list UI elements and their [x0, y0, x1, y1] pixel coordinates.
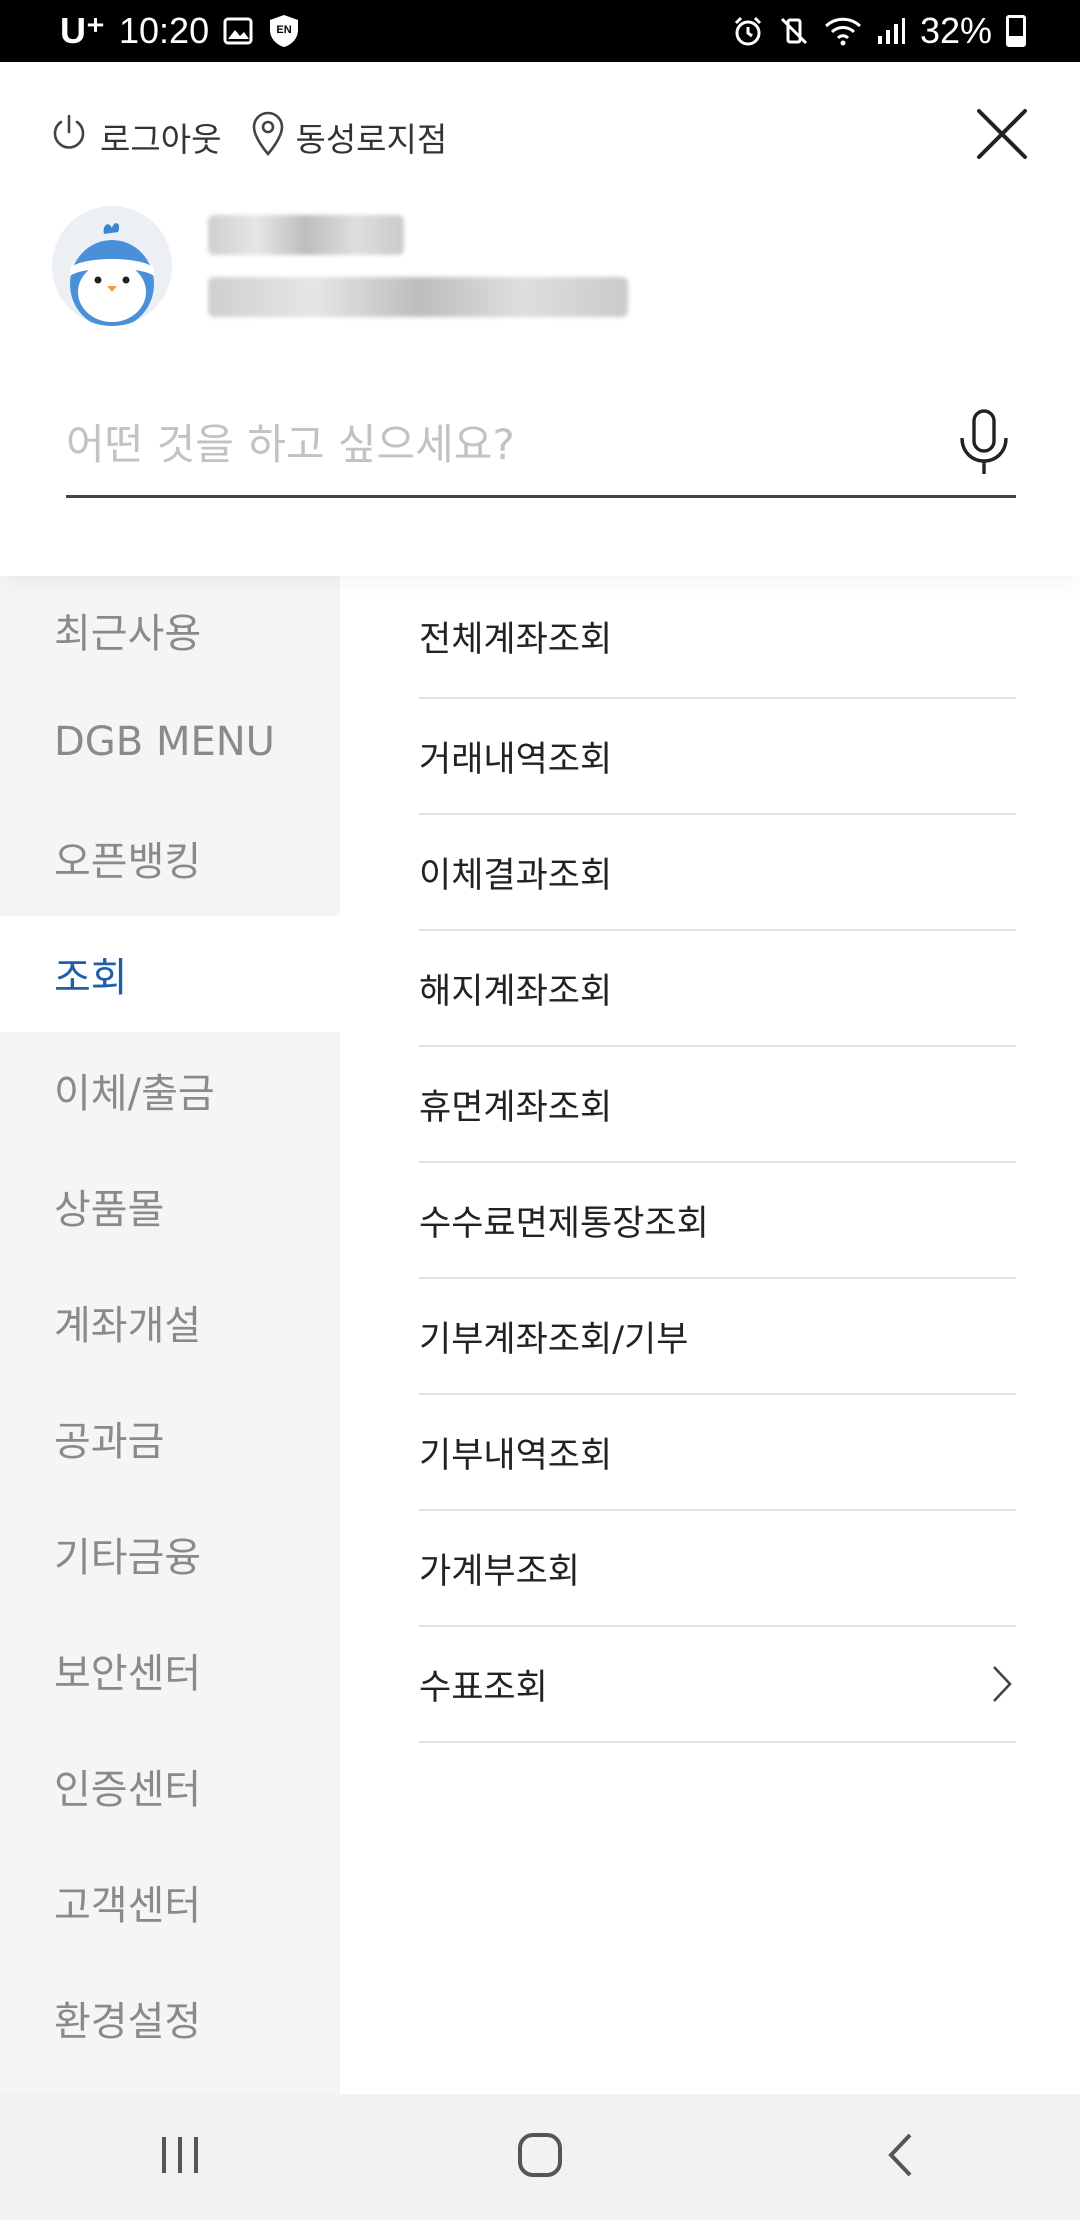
submenu-item-label: 휴면계좌조회 — [419, 1087, 613, 1128]
sidebar-item-security-center[interactable]: 보안센터 — [0, 1612, 340, 1728]
submenu-item-closed-accounts[interactable]: 해지계좌조회 — [419, 931, 1016, 1047]
sidebar-item-inquiry[interactable]: 조회 — [0, 916, 340, 1032]
system-navigation-bar — [0, 2094, 1080, 2220]
header-actions: 로그아웃 동성로지점 — [48, 110, 447, 164]
submenu-item-label: 기부내역조회 — [419, 1435, 613, 1476]
vibrate-mute-icon — [778, 15, 810, 47]
sidebar-item-label: 최근사용 — [54, 611, 202, 657]
home-button[interactable] — [480, 2112, 600, 2202]
battery-icon — [1006, 15, 1026, 47]
avatar — [52, 206, 172, 326]
clock: 10:20 — [119, 10, 210, 51]
submenu-item-household-ledger[interactable]: 가계부조회 — [419, 1511, 1016, 1627]
sidebar-item-label: 공과금 — [54, 1419, 165, 1465]
submenu-item-dormant-accounts[interactable]: 휴면계좌조회 — [419, 1047, 1016, 1163]
submenu-item-transaction-history[interactable]: 거래내역조회 — [419, 699, 1016, 815]
chevron-right-icon — [988, 1662, 1016, 1706]
submenu-item-label: 수수료면제통장조회 — [419, 1203, 709, 1244]
branch-label: 동성로지점 — [295, 120, 448, 159]
category-sidebar: 최근사용 DGB MENU 오픈뱅킹 조회 이체/출금 상품몰 계좌개설 공과금… — [0, 576, 340, 2094]
logout-label: 로그아웃 — [100, 120, 222, 159]
image-icon — [223, 17, 253, 45]
sidebar-item-label: 인증센터 — [54, 1767, 202, 1813]
back-icon — [886, 2132, 914, 2182]
svg-text:EN: EN — [276, 24, 291, 36]
submenu-item-donation-history[interactable]: 기부내역조회 — [419, 1395, 1016, 1511]
submenu-item-label: 이체결과조회 — [419, 855, 613, 896]
power-icon — [48, 112, 90, 162]
sidebar-item-certificate-center[interactable]: 인증센터 — [0, 1728, 340, 1844]
sidebar-item-other-finance[interactable]: 기타금융 — [0, 1496, 340, 1612]
search-bar — [66, 394, 1016, 498]
sidebar-item-label: 이체/출금 — [54, 1071, 215, 1117]
status-left: U⁺ 10:20 EN — [60, 10, 301, 52]
sidebar-item-account-opening[interactable]: 계좌개설 — [0, 1264, 340, 1380]
status-right: 32% — [732, 10, 1026, 52]
sidebar-item-label: 계좌개설 — [54, 1303, 202, 1349]
submenu-item-label: 기부계좌조회/기부 — [419, 1319, 689, 1360]
sidebar-item-products[interactable]: 상품몰 — [0, 1148, 340, 1264]
submenu-item-label: 해지계좌조회 — [419, 971, 613, 1012]
submenu-item-all-accounts[interactable]: 전체계좌조회 — [419, 576, 1016, 699]
submenu-item-label: 가계부조회 — [419, 1551, 581, 1592]
submenu-item-label: 거래내역조회 — [419, 739, 613, 780]
user-profile — [52, 206, 628, 326]
home-icon — [517, 2132, 563, 2182]
sidebar-item-label: 기타금융 — [54, 1535, 202, 1581]
sidebar-item-label: 환경설정 — [54, 1999, 202, 2045]
sidebar-item-settings[interactable]: 환경설정 — [0, 1960, 340, 2076]
sidebar-item-label: 상품몰 — [54, 1187, 165, 1233]
recent-apps-icon — [158, 2135, 202, 2179]
battery-percent: 32% — [919, 10, 992, 51]
menu-body: 최근사용 DGB MENU 오픈뱅킹 조회 이체/출금 상품몰 계좌개설 공과금… — [0, 576, 1080, 2094]
shield-en-icon: EN — [267, 13, 301, 49]
sidebar-item-utility-bills[interactable]: 공과금 — [0, 1380, 340, 1496]
submenu-item-check-inquiry[interactable]: 수표조회 — [419, 1627, 1016, 1743]
signal-icon — [876, 16, 906, 46]
sidebar-item-label: 고객센터 — [54, 1883, 202, 1929]
submenu-item-fee-exempt-accounts[interactable]: 수수료면제통장조회 — [419, 1163, 1016, 1279]
close-icon — [976, 108, 1028, 164]
user-info-redacted — [208, 215, 628, 317]
alarm-icon — [732, 15, 764, 47]
submenu-item-label: 수표조회 — [419, 1667, 548, 1708]
microphone-icon — [956, 408, 1012, 482]
sidebar-item-customer-center[interactable]: 고객센터 — [0, 1844, 340, 1960]
sidebar-item-label: 보안센터 — [54, 1651, 202, 1697]
menu-header: 로그아웃 동성로지점 — [0, 62, 1080, 576]
wifi-icon — [824, 15, 862, 47]
sidebar-item-label: DGB MENU — [54, 719, 275, 765]
submenu-item-transfer-results[interactable]: 이체결과조회 — [419, 815, 1016, 931]
status-bar: U⁺ 10:20 EN 32% — [0, 0, 1080, 62]
user-name-redacted — [208, 215, 404, 255]
recent-apps-button[interactable] — [120, 2112, 240, 2202]
logout-button[interactable]: 로그아웃 — [48, 112, 221, 162]
sidebar-item-recent[interactable]: 최근사용 — [0, 576, 340, 684]
submenu-item-label: 전체계좌조회 — [419, 620, 613, 660]
location-pin-icon — [251, 110, 285, 164]
submenu-list: 전체계좌조회 거래내역조회 이체결과조회 해지계좌조회 휴면계좌조회 수수료면제… — [419, 576, 1016, 1743]
sidebar-item-dgb-menu[interactable]: DGB MENU — [0, 684, 340, 800]
close-button[interactable] — [970, 104, 1034, 168]
sidebar-item-label: 오픈뱅킹 — [54, 839, 202, 885]
user-account-redacted — [208, 277, 628, 317]
sidebar-item-transfer[interactable]: 이체/출금 — [0, 1032, 340, 1148]
sidebar-item-label: 조회 — [54, 955, 128, 1001]
sidebar-item-open-banking[interactable]: 오픈뱅킹 — [0, 800, 340, 916]
carrier-label: U⁺ — [60, 10, 105, 51]
voice-search-button[interactable] — [952, 407, 1016, 483]
back-button[interactable] — [840, 2112, 960, 2202]
search-input[interactable] — [66, 420, 886, 469]
submenu-item-donation-accounts[interactable]: 기부계좌조회/기부 — [419, 1279, 1016, 1395]
bird-mascot-icon — [52, 206, 172, 326]
branch-button[interactable]: 동성로지점 — [251, 110, 447, 164]
